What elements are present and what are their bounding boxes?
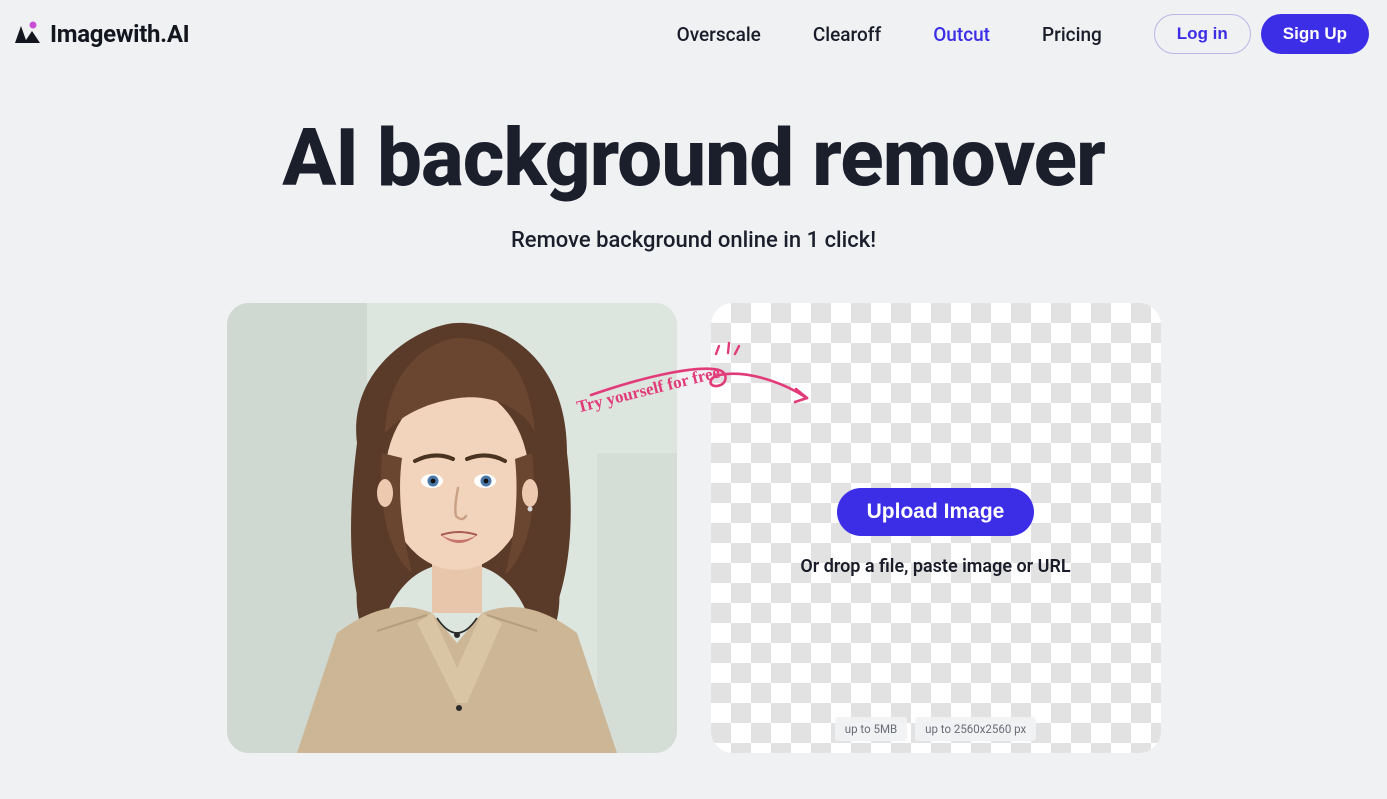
nav-right: Overscale Clearoff Outcut Pricing Log in… [677,14,1369,54]
portrait-illustration [227,303,677,753]
nav-links: Overscale Clearoff Outcut Pricing [677,23,1102,46]
header: Imagewith.AI Overscale Clearoff Outcut P… [0,0,1387,68]
nav-link-pricing[interactable]: Pricing [1042,23,1102,46]
sample-image-panel [227,303,677,753]
nav-link-outcut[interactable]: Outcut [933,23,990,46]
upload-image-button[interactable]: Upload Image [837,488,1035,536]
logo-icon [12,21,42,47]
nav-link-clearoff[interactable]: Clearoff [813,23,881,46]
hero: AI background remover Remove background … [0,116,1387,253]
drop-hint: Or drop a file, paste image or URL [800,556,1070,577]
logo[interactable]: Imagewith.AI [12,20,189,48]
upload-limits: up to 5MB up to 2560x2560 px [835,717,1036,741]
signup-button[interactable]: Sign Up [1261,14,1369,54]
limit-dimensions: up to 2560x2560 px [915,717,1036,741]
logo-text: Imagewith.AI [50,20,189,48]
upload-panel[interactable]: Upload Image Or drop a file, paste image… [711,303,1161,753]
page-subtitle: Remove background online in 1 click! [0,228,1387,253]
limit-filesize: up to 5MB [835,717,907,741]
page-title: AI background remover [0,116,1387,200]
nav-link-overscale[interactable]: Overscale [677,23,761,46]
login-button[interactable]: Log in [1154,14,1251,54]
auth-buttons: Log in Sign Up [1154,14,1369,54]
demo-panels: Try yourself for free [0,303,1387,753]
